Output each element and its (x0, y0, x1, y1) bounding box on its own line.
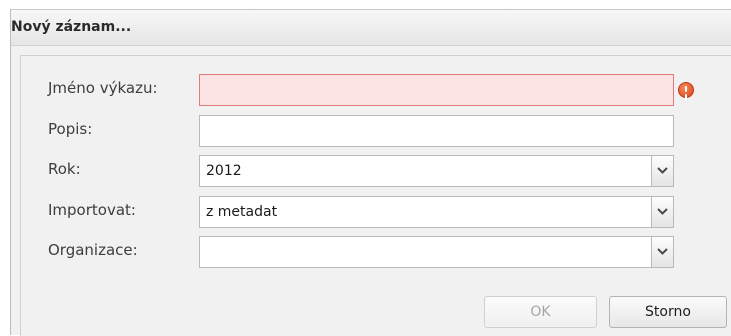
ok-button[interactable]: OK (484, 296, 597, 328)
import-combo[interactable]: z metadat (199, 196, 674, 228)
new-record-dialog: Nový záznam... Jméno výkazu: Popis: Rok:… (10, 9, 731, 336)
year-combo-value: 2012 (206, 163, 242, 179)
dialog-form: Jméno výkazu: Popis: Rok: 2012 Importova… (20, 55, 731, 336)
year-combo[interactable]: 2012 (199, 155, 674, 187)
dialog-titlebar[interactable]: Nový záznam... (11, 10, 731, 46)
year-combo-trigger[interactable] (651, 156, 673, 186)
import-label: Importovat: (48, 201, 136, 219)
import-combo-value: z metadat (206, 204, 278, 220)
chevron-down-icon (657, 208, 668, 215)
import-combo-trigger[interactable] (651, 197, 673, 227)
organization-combo-trigger[interactable] (651, 237, 673, 267)
report-name-label: Jméno výkazu: (48, 79, 158, 97)
cancel-button[interactable]: Storno (609, 296, 727, 328)
chevron-down-icon (657, 248, 668, 255)
organization-combo[interactable] (199, 236, 674, 268)
description-input[interactable] (199, 115, 674, 147)
report-name-input[interactable] (199, 74, 674, 106)
organization-label: Organizace: (48, 241, 138, 259)
description-label: Popis: (48, 120, 93, 138)
error-icon (678, 82, 694, 98)
year-label: Rok: (48, 160, 81, 178)
chevron-down-icon (657, 167, 668, 174)
dialog-title: Nový záznam... (11, 19, 132, 35)
